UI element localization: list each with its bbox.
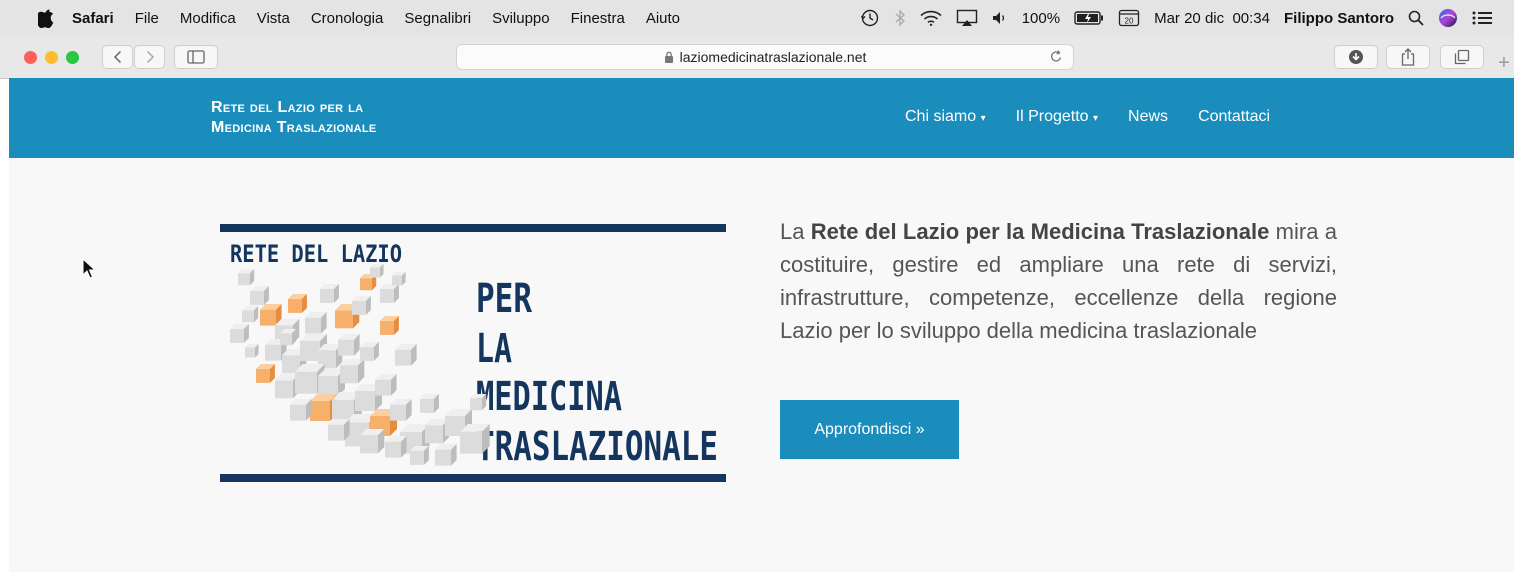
sidebar-button[interactable] (174, 45, 218, 69)
site-navbar: Rete del Lazio per la Medicina Traslazio… (9, 78, 1514, 158)
new-tab-button[interactable]: + (1494, 50, 1514, 76)
siri-icon[interactable] (1438, 8, 1458, 28)
logo-text-la: LA (476, 326, 512, 372)
menu-extras: 100% 20 Mar 20 dic 00:34 Filippo Santoro (860, 0, 1492, 36)
hero-prefix: La (780, 219, 811, 244)
spotlight-search-icon[interactable] (1408, 10, 1424, 26)
share-icon (1401, 48, 1415, 66)
wifi-icon[interactable] (920, 10, 942, 26)
browser-toolbar: laziomedicinatraslazionale.net (0, 36, 1514, 79)
window-minimize-button[interactable] (45, 51, 58, 64)
menu-app-name[interactable]: Safari (72, 10, 114, 27)
nav-il-progetto-label: Il Progetto (1015, 108, 1089, 125)
menu-finestra[interactable]: Finestra (571, 10, 625, 27)
menu-segnalibri[interactable]: Segnalibri (404, 10, 471, 27)
brand-line-2: Medicina Traslazionale (211, 119, 377, 136)
hero-description: La Rete del Lazio per la Medicina Trasla… (780, 215, 1337, 347)
download-icon (1349, 50, 1363, 64)
logo-text-medicina: MEDICINA (476, 374, 622, 420)
logo-text-per: PER (476, 276, 533, 322)
project-logo-image: RETE DEL LAZIO PER LA MEDICINA TRASLAZIO… (220, 224, 726, 482)
nav-contattaci[interactable]: Contattaci (1198, 108, 1270, 126)
window-zoom-button[interactable] (66, 51, 79, 64)
url-text[interactable]: laziomedicinatraslazionale.net (680, 49, 867, 65)
lock-icon (664, 51, 674, 63)
cube-cluster-illustration (230, 264, 490, 466)
calendar-day: 20 (1125, 17, 1134, 26)
downloads-button[interactable] (1334, 45, 1378, 69)
nav-news[interactable]: News (1128, 108, 1168, 126)
nav-chi-siamo[interactable]: Chi siamo ▾ (905, 108, 986, 126)
apple-menu-icon[interactable] (34, 8, 58, 28)
site-nav-links: Chi siamo ▾ Il Progetto ▾ News Contattac… (905, 108, 1270, 126)
caret-down-icon: ▾ (1093, 113, 1099, 124)
show-tabs-button[interactable] (1440, 45, 1484, 69)
share-button[interactable] (1386, 45, 1430, 69)
reload-button[interactable] (1049, 49, 1063, 68)
caret-down-icon: ▾ (980, 113, 986, 124)
chevron-left-icon (113, 50, 121, 64)
tabs-icon (1454, 49, 1470, 65)
mouse-cursor-icon (82, 258, 96, 279)
macos-menu-bar: Safari File Modifica Vista Cronologia Se… (0, 0, 1514, 36)
menu-vista[interactable]: Vista (257, 10, 290, 27)
airplay-icon[interactable] (956, 9, 978, 27)
menu-sviluppo[interactable]: Sviluppo (492, 10, 550, 27)
window-close-button[interactable] (24, 51, 37, 64)
logo-text-traslazionale: TRASLAZIONALE (476, 424, 718, 470)
site-brand[interactable]: Rete del Lazio per la Medicina Traslazio… (211, 98, 377, 138)
website-viewport: Rete del Lazio per la Medicina Traslazio… (9, 78, 1514, 572)
logo-text-top: RETE DEL LAZIO (230, 240, 402, 268)
calendar-icon[interactable]: 20 (1118, 9, 1140, 27)
hero-strong-title: Rete del Lazio per la Medicina Traslazio… (810, 219, 1270, 244)
chevron-right-icon (146, 50, 154, 64)
time-machine-icon[interactable] (860, 8, 880, 28)
address-bar[interactable]: laziomedicinatraslazionale.net (456, 44, 1074, 70)
sidebar-icon (187, 50, 205, 64)
battery-percentage: 100% (1021, 9, 1061, 27)
plus-icon: + (1498, 51, 1510, 74)
menu-modifica[interactable]: Modifica (180, 10, 236, 27)
brand-line-1: Rete del Lazio per la (211, 99, 364, 116)
menu-cronologia[interactable]: Cronologia (311, 10, 384, 27)
forward-button[interactable] (134, 45, 165, 69)
volume-icon[interactable] (992, 11, 1008, 25)
nav-il-progetto[interactable]: Il Progetto ▾ (1016, 108, 1098, 126)
menu-clock[interactable]: Mar 20 dic 00:34 (1154, 10, 1270, 27)
notification-center-icon[interactable] (1472, 11, 1492, 25)
menu-aiuto[interactable]: Aiuto (646, 10, 680, 27)
nav-chi-siamo-label: Chi siamo (905, 108, 977, 125)
battery-icon[interactable] (1074, 10, 1104, 26)
reload-icon (1050, 50, 1062, 62)
back-button[interactable] (102, 45, 133, 69)
bluetooth-icon[interactable] (894, 9, 906, 27)
menu-user-name[interactable]: Filippo Santoro (1284, 10, 1394, 27)
approfondisci-button[interactable]: Approfondisci » (780, 400, 959, 459)
menu-file[interactable]: File (135, 10, 159, 27)
